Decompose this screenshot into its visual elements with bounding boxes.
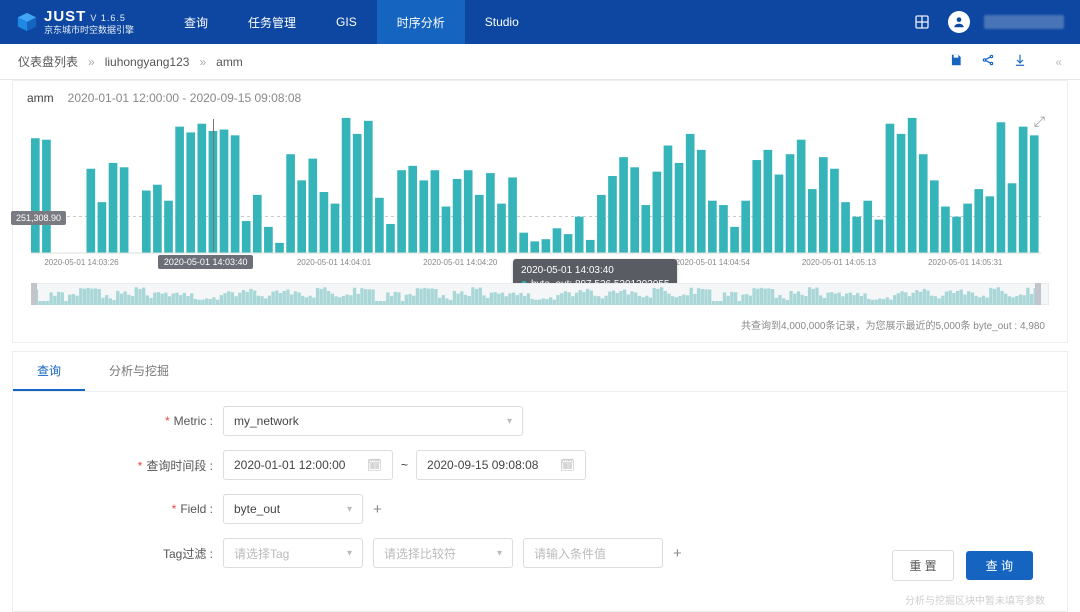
chart-area[interactable]: ⤢ 251,308.90 2020-05-01 14:03:262020-05-… [13, 115, 1067, 279]
brand-subtitle: 京东城市时空数据引擎 [44, 26, 134, 35]
y-marker-label: 251,308.90 [11, 211, 66, 225]
field-select[interactable]: byte_out▾ [223, 494, 363, 524]
breadcrumb-sep: » [88, 55, 95, 69]
brand-title: JUSTV 1.6.5 [44, 9, 134, 24]
row-field: *Field : byte_out▾ + [53, 494, 1027, 524]
breadcrumb-item[interactable]: 仪表盘列表 [18, 53, 78, 70]
expand-icon[interactable]: ⤢ [1034, 113, 1045, 130]
bar-chart[interactable]: 2020-05-01 14:03:26 2020-05-01 14:03:40 20… [31, 115, 1041, 275]
breadcrumb: 仪表盘列表 » liuhongyang123 » amm [18, 53, 243, 70]
form-foot-hint: 分析与挖掘区块中暂未填写参数 [13, 588, 1067, 611]
svg-text:2020-05-01 14:05:31: 2020-05-01 14:05:31 [928, 258, 1003, 267]
breadcrumb-sep: » [199, 55, 206, 69]
username-placeholder [984, 15, 1064, 29]
chevron-down-icon: ▾ [497, 548, 502, 559]
chevron-down-icon: ▾ [507, 416, 512, 427]
metric-select[interactable]: my_network▾ [223, 406, 523, 436]
calendar-icon: 🗓 [560, 458, 575, 472]
time-to-input[interactable]: 2020-09-15 09:08:08🗓 [416, 450, 586, 480]
brush-overview[interactable] [31, 283, 1049, 305]
chevron-down-icon: ▾ [347, 504, 352, 515]
nav-item-1[interactable]: 任务管理 [228, 0, 316, 44]
query-card: 查询分析与挖掘 *Metric : my_network▾ *查询时间段 : 2… [12, 351, 1068, 612]
save-icon[interactable] [949, 53, 963, 70]
chevron-down-icon: ▾ [347, 548, 352, 559]
tab-1[interactable]: 分析与挖掘 [85, 352, 193, 391]
row-tagfilter: Tag过滤 : 请选择Tag▾ 请选择比较符▾ 请输入条件值 + [53, 538, 1027, 568]
svg-text:2020-05-01 14:04:01: 2020-05-01 14:04:01 [297, 258, 372, 267]
nav-item-4[interactable]: Studio [465, 0, 539, 44]
brush-track[interactable] [31, 283, 1049, 305]
x-hover-pill: 2020-05-01 14:03:40 [158, 255, 254, 269]
share-icon[interactable] [981, 53, 995, 70]
timerange-group: 2020-01-01 12:00:00🗓 ~ 2020-09-15 09:08:… [223, 450, 586, 480]
form-actions: 重 置 查 询 [892, 550, 1033, 581]
calendar-icon: 🗓 [367, 458, 382, 472]
tag-select[interactable]: 请选择Tag▾ [223, 538, 363, 568]
add-tagfilter-icon[interactable]: + [673, 545, 682, 562]
svg-text:2020-05-01 14:03:26: 2020-05-01 14:03:26 [44, 258, 119, 267]
svg-text:2020-05-01 14:04:20: 2020-05-01 14:04:20 [423, 258, 498, 267]
download-icon[interactable] [1013, 53, 1027, 70]
row-metric: *Metric : my_network▾ [53, 406, 1027, 436]
nav-item-0[interactable]: 查询 [164, 0, 228, 44]
chart-range: 2020-01-01 12:00:00 - 2020-09-15 09:08:0… [68, 91, 302, 105]
query-tabs: 查询分析与挖掘 [13, 352, 1067, 392]
brand-block: JUSTV 1.6.5 京东城市时空数据引擎 [44, 9, 134, 35]
submit-button[interactable]: 查 询 [966, 551, 1033, 580]
result-summary: 共查询到4,000,000条记录，为您展示最近的5,000条 byte_out … [13, 313, 1067, 342]
nav-item-3[interactable]: 时序分析 [377, 0, 465, 44]
timerange-label: *查询时间段 : [53, 457, 213, 474]
chart-title: amm [27, 91, 54, 105]
metric-label: *Metric : [53, 414, 213, 428]
collapse-icon[interactable]: « [1055, 55, 1062, 69]
app-header: JUSTV 1.6.5 京东城市时空数据引擎 查询任务管理GIS时序分析Stud… [0, 0, 1080, 44]
avatar-icon[interactable] [948, 11, 970, 33]
logo-icon [16, 11, 38, 33]
field-label: *Field : [53, 502, 213, 516]
reset-button[interactable]: 重 置 [892, 550, 953, 581]
tag-operator-select[interactable]: 请选择比较符▾ [373, 538, 513, 568]
svg-text:2020-05-01 14:05:13: 2020-05-01 14:05:13 [802, 258, 877, 267]
chart-header: amm 2020-01-01 12:00:00 - 2020-09-15 09:… [13, 81, 1067, 115]
add-field-icon[interactable]: + [373, 501, 382, 518]
tooltip-time: 2020-05-01 14:03:40 [521, 264, 669, 278]
tag-value-input[interactable]: 请输入条件值 [523, 538, 663, 568]
sub-actions: « [949, 53, 1062, 70]
sub-bar: 仪表盘列表 » liuhongyang123 » amm « [0, 44, 1080, 80]
range-separator: ~ [401, 458, 408, 472]
nav-bar: 查询任务管理GIS时序分析Studio [164, 0, 539, 44]
tab-0[interactable]: 查询 [13, 352, 85, 391]
row-timerange: *查询时间段 : 2020-01-01 12:00:00🗓 ~ 2020-09-… [53, 450, 1027, 480]
breadcrumb-item[interactable]: liuhongyang123 [105, 55, 190, 69]
svg-text:2020-05-01 14:04:54: 2020-05-01 14:04:54 [676, 258, 751, 267]
tagfilter-label: Tag过滤 : [53, 545, 213, 562]
nav-item-2[interactable]: GIS [316, 0, 377, 44]
grid-icon[interactable] [910, 10, 934, 34]
time-from-input[interactable]: 2020-01-01 12:00:00🗓 [223, 450, 393, 480]
header-actions [910, 10, 1064, 34]
breadcrumb-item[interactable]: amm [216, 55, 243, 69]
chart-card: amm 2020-01-01 12:00:00 - 2020-09-15 09:… [12, 80, 1068, 343]
